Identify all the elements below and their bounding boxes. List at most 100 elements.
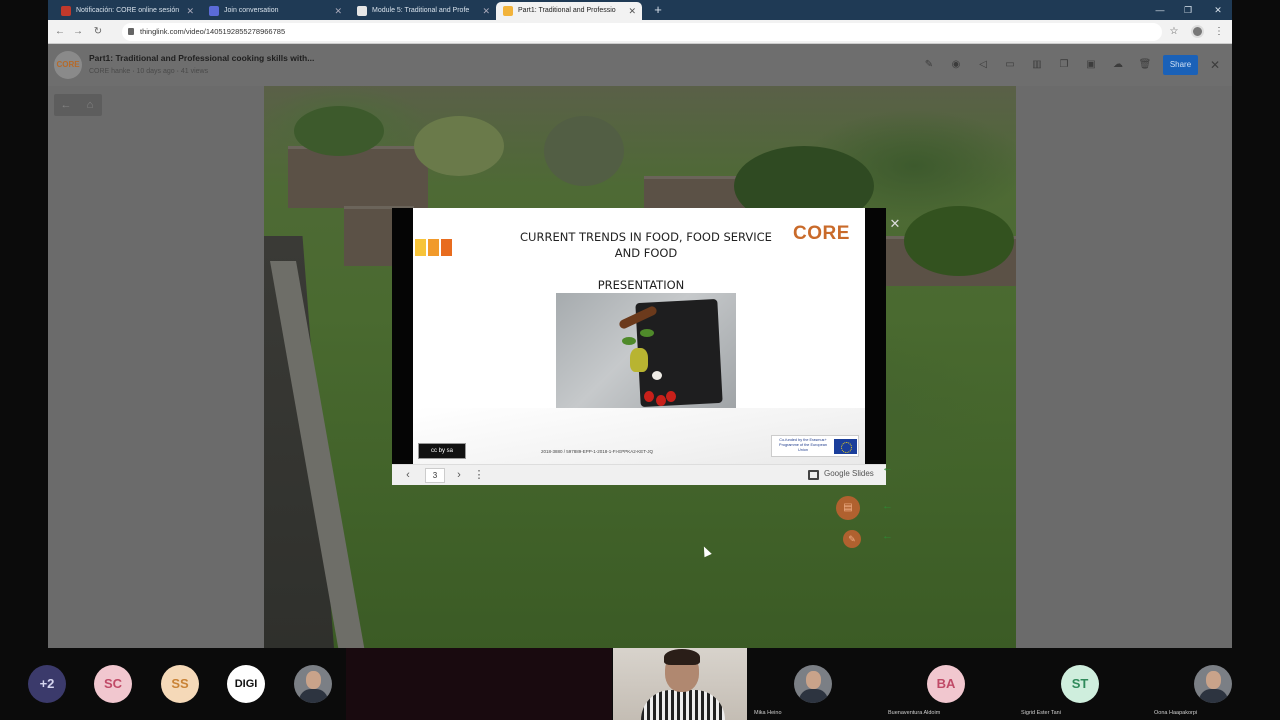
- eu-text: Co-funded by the Erasmus+ Programme of t…: [779, 438, 827, 452]
- teams-icon: [209, 6, 219, 16]
- embed-icon[interactable]: ▣: [1082, 56, 1100, 74]
- participant-photo-oona[interactable]: [1194, 665, 1232, 703]
- reload-icon[interactable]: ↻: [90, 24, 106, 40]
- tab-part1-active[interactable]: Part1: Traditional and Professio ✕: [496, 2, 642, 20]
- tomato: [656, 395, 666, 406]
- minimize-icon[interactable]: —: [1152, 2, 1168, 18]
- food-photo: [556, 293, 736, 412]
- cloud-download-icon[interactable]: ☁: [1109, 56, 1127, 74]
- participant-avatar-digi[interactable]: DIGI: [227, 665, 265, 703]
- arrow-left-icon: ←: [882, 530, 893, 542]
- tab-label: Module 5: Traditional and Profe: [372, 7, 470, 14]
- view-count: 41 views: [180, 68, 209, 75]
- participant-photo-avatar[interactable]: [294, 665, 332, 703]
- participant-avatar-st[interactable]: ST: [1061, 665, 1099, 703]
- slide-subtitle: PRESENTATION: [597, 278, 685, 292]
- close-modal-icon[interactable]: ✕: [887, 216, 903, 232]
- color-bar: [415, 239, 426, 256]
- copy-icon[interactable]: ❐: [1055, 56, 1073, 74]
- herb-leaf: [622, 337, 636, 345]
- channel-logo[interactable]: CORE: [54, 51, 82, 79]
- participant-name: Sigrid Ester Tani: [1021, 710, 1061, 716]
- author-name[interactable]: CORE hanke: [89, 68, 130, 75]
- more-participants-avatar[interactable]: +2: [28, 665, 66, 703]
- project-reference: 2018-3880 / 597889-EPP-1-2018-1-FI-EPPKA…: [541, 449, 654, 454]
- address-bar: ← → ↻ thinglink.com/video/14051928552789…: [48, 20, 1232, 44]
- more-options-icon[interactable]: ⋮: [471, 467, 487, 483]
- trash-icon[interactable]: 🗑: [1136, 56, 1154, 74]
- slide-page-number[interactable]: 3: [425, 468, 445, 483]
- participant-name: Buenaventura Aldoim: [888, 710, 941, 716]
- new-tab-button[interactable]: +: [650, 2, 666, 18]
- garlic: [652, 371, 662, 380]
- tomato: [644, 391, 654, 402]
- olive-oil: [630, 348, 648, 372]
- share-button[interactable]: Share: [1163, 55, 1198, 75]
- speaker-body: [641, 690, 725, 720]
- bookmark-star-icon[interactable]: ☆: [1166, 24, 1182, 40]
- media-meta: CORE hanke · 10 days ago · 41 views: [89, 68, 209, 75]
- edit-hotspot-icon[interactable]: ✎: [843, 530, 861, 548]
- eye-icon[interactable]: ◉: [947, 56, 965, 74]
- participant-photo-mika[interactable]: [794, 665, 832, 703]
- avatar-body: [799, 689, 828, 703]
- speaker-hair: [664, 649, 700, 665]
- arrow-left-icon: ←: [882, 500, 893, 512]
- close-icon[interactable]: ✕: [186, 2, 194, 20]
- close-icon[interactable]: ✕: [628, 2, 636, 20]
- url-input[interactable]: thinglink.com/video/1405192855278966785: [122, 23, 1162, 41]
- participant-name: Oona Haapakorpi: [1154, 710, 1198, 716]
- avatar-head: [806, 671, 821, 689]
- tab-join-conversation[interactable]: Join conversation ✕: [202, 2, 348, 20]
- next-slide-icon[interactable]: ›: [451, 467, 467, 483]
- folder-icon[interactable]: ▭: [1001, 56, 1019, 74]
- avatar-body: [1199, 689, 1228, 703]
- edit-pencil-icon[interactable]: ✎: [920, 56, 938, 74]
- google-slides-icon[interactable]: [808, 470, 819, 480]
- back-arrow-icon[interactable]: ←: [52, 24, 68, 40]
- back-arrow-icon[interactable]: ←: [54, 94, 78, 116]
- arrow-left-icon: ←: [882, 462, 893, 474]
- back-home-controls: ← ⌂: [54, 94, 102, 116]
- participant-name: Mika Heino: [754, 710, 782, 716]
- maximize-icon[interactable]: ❐: [1180, 2, 1196, 18]
- close-viewer-icon[interactable]: ✕: [1206, 56, 1224, 74]
- participant-avatar-ss[interactable]: SS: [161, 665, 199, 703]
- audio-icon[interactable]: ◁: [974, 56, 992, 74]
- window-close-icon[interactable]: ✕: [1210, 2, 1226, 18]
- close-icon[interactable]: ✕: [482, 2, 490, 20]
- slide-title: CURRENT TRENDS IN FOOD, FOOD SERVICE AND…: [520, 230, 772, 260]
- color-bar: [441, 239, 452, 256]
- menu-dots-icon[interactable]: ⋮: [1211, 24, 1227, 40]
- screen-share-thumbnail: [346, 648, 612, 720]
- participant-avatar-sc[interactable]: SC: [94, 665, 132, 703]
- document-hotspot-icon[interactable]: ▤: [836, 496, 860, 520]
- plant-bush: [544, 116, 624, 186]
- tab-label: Part1: Traditional and Professio: [518, 7, 616, 14]
- slide-canvas: CORE CURRENT TRENDS IN FOOD, FOOD SERVIC…: [413, 208, 865, 464]
- upload-age: 10 days ago: [136, 68, 175, 75]
- avatar-head: [306, 671, 321, 689]
- cc-license-badge: cc by sa: [418, 443, 466, 459]
- mail-icon: [61, 6, 71, 16]
- home-icon[interactable]: ⌂: [78, 94, 102, 116]
- tab-core-notification[interactable]: Notificación: CORE online sesión ✕: [54, 2, 200, 20]
- close-icon[interactable]: ✕: [334, 2, 342, 20]
- tab-strip: Notificación: CORE online sesión ✕ Join …: [48, 0, 1232, 20]
- tab-module-5[interactable]: Module 5: Traditional and Profe ✕: [350, 2, 496, 20]
- meeting-participants-bar: +2 SC SS DIGI Mika Heino BA Buenaventura…: [0, 648, 1280, 720]
- previous-slide-icon[interactable]: ‹: [400, 467, 416, 483]
- tomato: [666, 391, 676, 402]
- google-slides-label[interactable]: Google Slides: [824, 469, 874, 478]
- active-speaker-video[interactable]: [613, 648, 747, 720]
- eu-cofunded-logo: Co-funded by the Erasmus+ Programme of t…: [771, 435, 859, 457]
- profile-avatar[interactable]: [1191, 25, 1204, 38]
- stats-icon[interactable]: ▥: [1028, 56, 1046, 74]
- slides-control-bar: ‹ 3 › ⋮ Google Slides: [392, 464, 886, 485]
- color-bar: [428, 239, 439, 256]
- herb-leaf: [640, 329, 654, 337]
- forward-arrow-icon[interactable]: →: [70, 24, 86, 40]
- plant-bush: [904, 206, 1014, 276]
- avatar-head: [1206, 671, 1221, 689]
- participant-avatar-ba[interactable]: BA: [927, 665, 965, 703]
